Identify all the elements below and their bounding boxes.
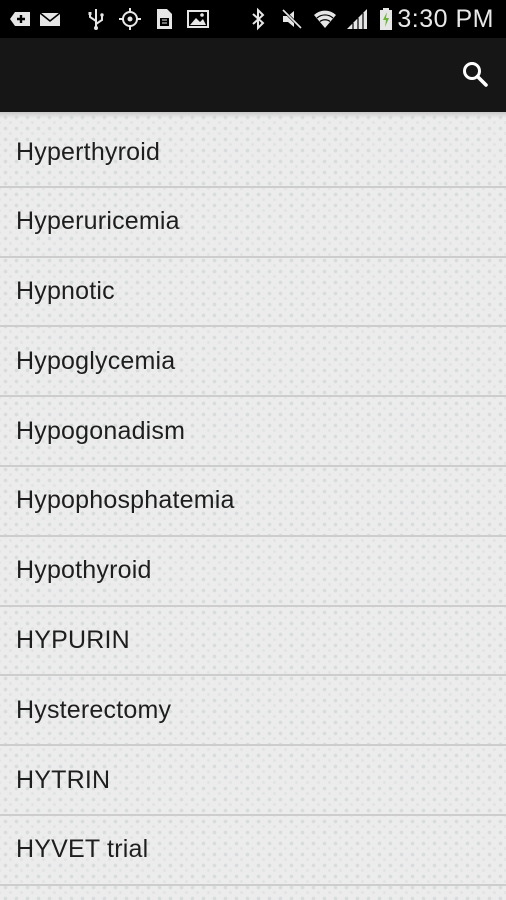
battery-charging-icon — [374, 7, 398, 31]
list-item-label: Hyperuricemia — [16, 207, 180, 236]
list-item-label: Hyperthyroid — [16, 138, 161, 167]
term-list-container[interactable]: Hyperthyroid Hyperuricemia Hypnotic Hypo… — [0, 112, 506, 900]
gps-icon — [118, 7, 142, 31]
term-list: Hyperthyroid Hyperuricemia Hypnotic Hypo… — [0, 120, 506, 886]
list-item[interactable]: Hypogonadism — [0, 397, 506, 467]
list-item[interactable]: Hypophosphatemia — [0, 467, 506, 537]
list-item[interactable]: Hyperthyroid — [0, 120, 506, 188]
signal-icon — [345, 7, 369, 31]
list-item[interactable]: Hysterectomy — [0, 676, 506, 747]
list-item-label: Hypnotic — [16, 276, 115, 305]
list-item-label: HYPURIN — [16, 625, 130, 654]
image-icon — [186, 7, 210, 31]
mute-icon — [280, 7, 304, 31]
search-button[interactable] — [458, 59, 492, 93]
list-item[interactable]: HYVET trial — [0, 816, 506, 886]
usb-icon — [84, 7, 108, 31]
add-notification-icon — [8, 7, 32, 31]
list-item[interactable]: HYPURIN — [0, 607, 506, 677]
list-item-label: Hypophosphatemia — [16, 486, 235, 515]
list-item[interactable]: HYTRIN — [0, 746, 506, 816]
sim-icon — [152, 7, 176, 31]
list-item-label: Hysterectomy — [16, 695, 172, 724]
list-item-label: Hypoglycemia — [16, 346, 176, 375]
list-item[interactable]: Hypoglycemia — [0, 327, 506, 398]
action-bar — [0, 38, 506, 112]
list-item[interactable]: Hyperuricemia — [0, 188, 506, 258]
wifi-icon — [313, 7, 337, 31]
list-item-label: HYTRIN — [16, 765, 111, 794]
search-icon[interactable] — [461, 60, 489, 92]
clock: 3:30 PM — [397, 5, 494, 33]
mail-icon — [38, 7, 62, 31]
list-item[interactable]: Hypnotic — [0, 258, 506, 328]
list-item-label: Hypogonadism — [16, 416, 186, 445]
list-item-label: Hypothyroid — [16, 556, 152, 585]
list-item[interactable]: Hypothyroid — [0, 537, 506, 607]
list-item-label: HYVET trial — [16, 835, 149, 864]
status-bar: 3:30 PM — [0, 0, 506, 38]
bluetooth-icon — [246, 7, 270, 31]
